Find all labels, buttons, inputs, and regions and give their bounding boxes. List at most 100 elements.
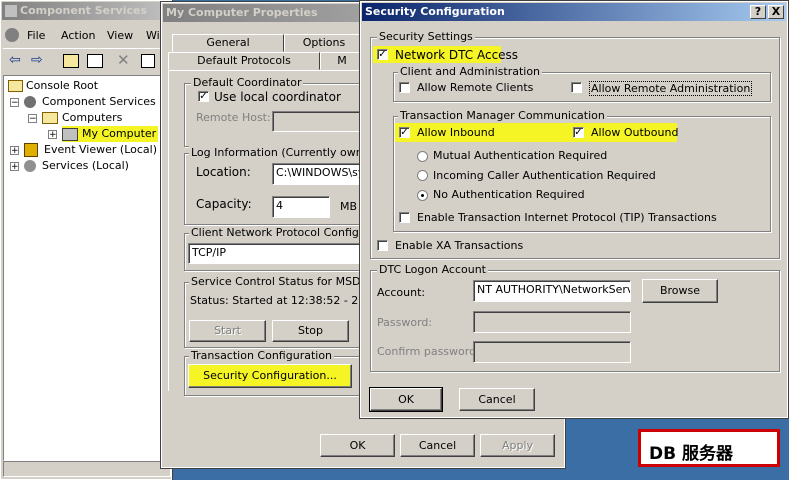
security-configuration-button[interactable]: Security Configuration... <box>188 364 352 388</box>
ok-button[interactable]: OK <box>369 387 443 412</box>
start-button[interactable]: Start <box>189 320 266 342</box>
browse-button[interactable]: Browse <box>642 279 718 303</box>
tree-label: Console Root <box>26 79 99 92</box>
folder-icon <box>8 80 23 92</box>
collapse-icon[interactable]: − <box>10 98 19 108</box>
tree-label: Computers <box>62 111 123 124</box>
status-bar <box>3 461 171 477</box>
app-icon <box>5 5 17 17</box>
folder-open-icon <box>42 112 58 124</box>
forward-arrow-icon[interactable]: ⇨ <box>31 52 43 68</box>
services-icon <box>24 160 36 172</box>
computer-icon <box>62 127 78 141</box>
confirm-password-input[interactable] <box>473 341 631 363</box>
expand-icon[interactable]: + <box>10 162 19 172</box>
password-label: Password: <box>377 316 433 329</box>
remote-host-input[interactable] <box>272 111 372 132</box>
menu-view[interactable]: View <box>107 29 133 42</box>
tree-label: Component Services <box>42 95 156 108</box>
capacity-input[interactable]: 4 <box>272 196 330 218</box>
up-folder-icon[interactable] <box>63 54 79 68</box>
password-input[interactable] <box>473 311 631 333</box>
allow-remote-admin-checkbox[interactable] <box>571 82 582 93</box>
show-tree-icon[interactable] <box>87 54 103 68</box>
menu-file[interactable]: File <box>27 29 45 42</box>
cancel-button[interactable]: Cancel <box>400 434 475 457</box>
allow-remote-clients-label: Allow Remote Clients <box>417 81 534 94</box>
collapse-icon[interactable]: − <box>28 114 37 124</box>
db-server-annotation: DB 服务器 <box>638 429 780 467</box>
location-input[interactable]: C:\WINDOWS\sy <box>272 163 372 185</box>
group-label: DTC Logon Account <box>377 263 488 276</box>
tree-pane: Console Root − Component Services − Comp… <box>3 75 171 461</box>
dialog-title: Security Configuration <box>365 5 505 18</box>
allow-outbound-label: Allow Outbound <box>591 126 679 139</box>
gear-icon <box>24 96 36 108</box>
toolbar: ⇦ ⇨ ✕ <box>3 48 169 73</box>
no-auth-label: No Authentication Required <box>433 188 585 201</box>
mutual-auth-label: Mutual Authentication Required <box>433 149 608 162</box>
mutual-auth-radio[interactable] <box>417 151 428 162</box>
allow-remote-clients-checkbox[interactable] <box>399 82 410 93</box>
confirm-password-label: Confirm password: <box>377 345 480 358</box>
use-local-coordinator-label: Use local coordinator <box>214 90 341 104</box>
tab-default-protocols[interactable]: Default Protocols <box>168 52 320 70</box>
group-label: Service Control Status for MSDTC v <box>189 275 387 288</box>
capacity-label: Capacity: <box>196 197 252 211</box>
tree-item-event-viewer[interactable]: Event Viewer (Local) <box>24 142 157 158</box>
client-protocol-select[interactable]: TCP/IP <box>188 243 366 264</box>
enable-tip-checkbox[interactable] <box>399 212 410 223</box>
allow-remote-admin-label: Allow Remote Administration <box>589 81 753 96</box>
ok-button[interactable]: OK <box>320 434 395 457</box>
location-label: Location: <box>196 165 251 179</box>
menu-bar: File Action View Win <box>3 25 169 45</box>
network-dtc-access-checkbox[interactable]: ✓ <box>377 49 388 60</box>
menu-app-icon[interactable] <box>5 28 19 42</box>
account-input[interactable]: NT AUTHORITY\NetworkServic <box>473 280 631 302</box>
expand-icon[interactable]: + <box>48 130 57 140</box>
window-title: Component Services <box>20 4 148 17</box>
window-title: My Computer Properties <box>166 6 318 19</box>
tree-item-computers[interactable]: Computers <box>42 110 122 126</box>
annotation-text: DB 服务器 <box>649 444 733 464</box>
allow-inbound-checkbox[interactable]: ✓ <box>399 127 410 138</box>
properties-icon[interactable] <box>141 54 155 68</box>
tree-item-services[interactable]: Services (Local) <box>24 158 129 174</box>
apply-button[interactable]: Apply <box>480 434 555 457</box>
menu-action[interactable]: Action <box>61 29 95 42</box>
component-services-window: Component Services File Action View Win … <box>0 0 173 480</box>
tree-item-my-computer[interactable]: My Computer <box>62 126 159 142</box>
network-dtc-access-label: Network DTC Access <box>395 48 519 62</box>
no-auth-radio[interactable] <box>417 190 428 201</box>
tab-options[interactable]: Options <box>284 34 364 52</box>
tab-msdtc[interactable]: M <box>320 52 364 70</box>
back-arrow-icon[interactable]: ⇦ <box>9 52 21 68</box>
enable-tip-label: Enable Transaction Internet Protocol (TI… <box>417 211 717 224</box>
security-titlebar[interactable]: Security Configuration <box>362 3 786 21</box>
allow-inbound-label: Allow Inbound <box>417 126 495 139</box>
account-label: Account: <box>377 286 426 299</box>
security-configuration-dialog: Security Configuration ? X Security Sett… <box>359 0 789 419</box>
remote-host-label: Remote Host: <box>196 111 271 124</box>
help-button[interactable]: ? <box>750 5 766 19</box>
incoming-auth-radio[interactable] <box>417 170 428 181</box>
incoming-auth-label: Incoming Caller Authentication Required <box>433 169 656 182</box>
use-local-coordinator-checkbox[interactable]: ✓ <box>198 91 209 102</box>
enable-xa-checkbox[interactable] <box>377 240 388 251</box>
tree-label: My Computer <box>82 127 157 140</box>
expand-icon[interactable]: + <box>10 146 19 156</box>
delete-icon[interactable]: ✕ <box>117 51 130 69</box>
enable-xa-label: Enable XA Transactions <box>395 239 524 252</box>
group-label: Default Coordinator <box>191 76 304 89</box>
group-label: Transaction Configuration <box>189 349 335 362</box>
capacity-unit: MB <box>340 200 358 213</box>
cancel-button[interactable]: Cancel <box>459 388 535 411</box>
component-services-titlebar[interactable]: Component Services <box>2 2 170 20</box>
tree-label: Services (Local) <box>42 159 129 172</box>
tree-item-component-services[interactable]: Component Services <box>24 94 156 110</box>
allow-outbound-checkbox[interactable]: ✓ <box>573 127 584 138</box>
tree-item-console-root[interactable]: Console Root <box>8 78 98 94</box>
close-button[interactable]: X <box>768 5 784 19</box>
tab-general[interactable]: General <box>172 34 284 52</box>
stop-button[interactable]: Stop <box>272 320 349 342</box>
